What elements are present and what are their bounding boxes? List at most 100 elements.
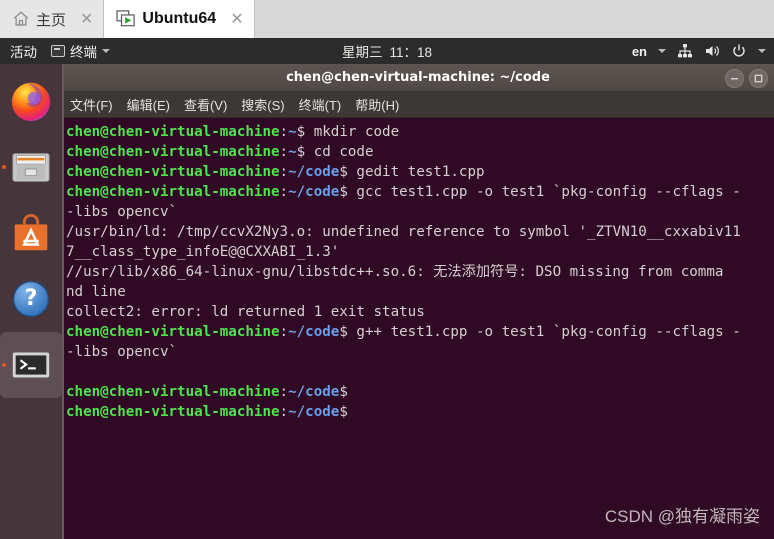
terminal-prompt-line: chen@chen-virtual-machine:~$ mkdir code bbox=[66, 122, 774, 142]
prompt-path: ~ bbox=[288, 144, 297, 160]
terminal-title-bar[interactable]: chen@chen-virtual-machine: ~/code bbox=[62, 64, 774, 92]
virtual-machine-icon bbox=[116, 10, 136, 28]
panel-status-area: en bbox=[632, 43, 774, 59]
terminal-output-area[interactable]: chen@chen-virtual-machine:~$ mkdir code c… bbox=[62, 118, 774, 537]
terminal-output-line: collect2: error: ld returned 1 exit stat… bbox=[66, 304, 425, 320]
prompt-colon: : bbox=[279, 144, 289, 160]
panel-left-group: 活动 终端 bbox=[0, 41, 110, 61]
terminal-prompt-line: chen@chen-virtual-machine:~/code$ gcc te… bbox=[66, 182, 774, 202]
terminal-icon bbox=[12, 352, 50, 378]
prompt-user: chen@chen-virtual-machine bbox=[66, 124, 280, 140]
terminal-title: chen@chen-virtual-machine: ~/code bbox=[286, 70, 550, 85]
terminal-prompt-line: chen@chen-virtual-machine:~/code$ gedit … bbox=[66, 162, 774, 182]
terminal-prompt-line: chen@chen-virtual-machine:~$ cd code bbox=[66, 142, 774, 162]
prompt-symbol: $ bbox=[339, 184, 348, 200]
dock-item-ubuntu-software[interactable] bbox=[0, 200, 62, 266]
activities-button[interactable]: 活动 bbox=[10, 41, 37, 61]
prompt-path: ~/code bbox=[288, 324, 340, 340]
prompt-user: chen@chen-virtual-machine bbox=[66, 384, 280, 400]
tab-ubuntu64[interactable]: Ubuntu64 ✕ bbox=[104, 0, 255, 38]
prompt-command: mkdir code bbox=[305, 124, 400, 140]
terminal-icon bbox=[51, 45, 65, 57]
prompt-symbol: $ bbox=[339, 404, 348, 420]
terminal-prompt-line: chen@chen-virtual-machine:~/code$ bbox=[66, 402, 774, 422]
close-icon[interactable]: ✕ bbox=[80, 11, 93, 27]
prompt-colon: : bbox=[279, 384, 289, 400]
prompt-colon: : bbox=[279, 404, 289, 420]
prompt-user: chen@chen-virtual-machine bbox=[66, 184, 280, 200]
files-icon bbox=[12, 153, 50, 182]
terminal-output-line: nd line bbox=[66, 284, 126, 300]
prompt-colon: : bbox=[279, 164, 289, 180]
prompt-path: ~/code bbox=[288, 184, 340, 200]
prompt-colon: : bbox=[279, 324, 289, 340]
keyboard-layout-indicator[interactable]: en bbox=[632, 44, 647, 59]
vmware-tab-strip: 主页 ✕ Ubuntu64 ✕ bbox=[0, 0, 774, 39]
running-indicator bbox=[2, 363, 6, 367]
power-icon[interactable] bbox=[731, 43, 747, 59]
prompt-command: g++ test1.cpp -o test1 `pkg-config --cfl… bbox=[347, 324, 741, 340]
terminal-prompt-line: chen@chen-virtual-machine:~/code$ g++ te… bbox=[66, 322, 774, 342]
app-menu-button[interactable]: 终端 bbox=[51, 41, 110, 61]
menu-help[interactable]: 帮助(H) bbox=[355, 95, 399, 114]
prompt-symbol: $ bbox=[339, 164, 348, 180]
svg-text:?: ? bbox=[25, 286, 38, 311]
menu-file[interactable]: 文件(F) bbox=[70, 95, 113, 114]
prompt-path: ~/code bbox=[288, 384, 340, 400]
firefox-icon bbox=[11, 82, 51, 122]
prompt-path: ~/code bbox=[288, 404, 340, 420]
ubuntu-software-icon bbox=[14, 213, 48, 251]
prompt-symbol: $ bbox=[339, 324, 348, 340]
dock-item-firefox[interactable] bbox=[0, 68, 62, 134]
prompt-user: chen@chen-virtual-machine bbox=[66, 324, 280, 340]
watermark: CSDN @独有凝雨姿 bbox=[604, 507, 760, 526]
prompt-command: cd code bbox=[305, 144, 374, 160]
volume-icon[interactable] bbox=[704, 43, 720, 59]
chevron-down-icon[interactable] bbox=[658, 49, 666, 53]
terminal-output-line: /usr/bin/ld: /tmp/ccvX2Ny3.o: undefined … bbox=[66, 224, 741, 240]
terminal-output-line: -libs opencv` bbox=[66, 204, 178, 220]
menu-view[interactable]: 查看(V) bbox=[184, 95, 227, 114]
tab-strip-empty-area bbox=[254, 0, 774, 38]
terminal-output-line: 7__class_type_infoE@@CXXABI_1.3' bbox=[66, 244, 340, 260]
close-icon[interactable]: ✕ bbox=[230, 11, 243, 27]
vmware-window: 主页 ✕ Ubuntu64 ✕ 活动 终端 星期三 11：18 en ? che… bbox=[0, 0, 774, 539]
network-icon[interactable] bbox=[677, 43, 693, 59]
prompt-user: chen@chen-virtual-machine bbox=[66, 164, 280, 180]
menu-terminal[interactable]: 终端(T) bbox=[299, 95, 342, 114]
terminal-window: chen@chen-virtual-machine: ~/code 文件(F) … bbox=[62, 64, 774, 539]
prompt-colon: : bbox=[279, 184, 289, 200]
ubuntu-dock: ? bbox=[0, 64, 62, 539]
tab-home[interactable]: 主页 ✕ bbox=[0, 0, 105, 38]
menu-edit[interactable]: 编辑(E) bbox=[127, 95, 170, 114]
dock-item-terminal[interactable] bbox=[0, 332, 62, 398]
prompt-user: chen@chen-virtual-machine bbox=[66, 404, 280, 420]
terminal-prompt-line: chen@chen-virtual-machine:~/code$ bbox=[66, 382, 774, 402]
menu-search[interactable]: 搜索(S) bbox=[241, 95, 284, 114]
running-indicator bbox=[2, 165, 6, 169]
prompt-command: gedit test1.cpp bbox=[347, 164, 485, 180]
prompt-command: gcc test1.cpp -o test1 `pkg-config --cfl… bbox=[347, 184, 741, 200]
prompt-symbol: $ bbox=[296, 124, 306, 140]
prompt-path: ~ bbox=[288, 124, 297, 140]
dock-item-help[interactable]: ? bbox=[0, 266, 62, 332]
tab-ubuntu64-label: Ubuntu64 bbox=[142, 10, 217, 27]
terminal-left-border bbox=[62, 64, 64, 539]
panel-date: 星期三 bbox=[341, 45, 383, 60]
prompt-symbol: $ bbox=[339, 384, 348, 400]
window-controls bbox=[725, 64, 768, 92]
terminal-menu-bar: 文件(F) 编辑(E) 查看(V) 搜索(S) 终端(T) 帮助(H) bbox=[62, 92, 774, 118]
gnome-top-panel: 活动 终端 星期三 11：18 en bbox=[0, 38, 774, 64]
help-icon: ? bbox=[13, 281, 49, 317]
chevron-down-icon[interactable] bbox=[758, 49, 766, 53]
panel-time: 11：18 bbox=[389, 45, 433, 60]
dock-item-files[interactable] bbox=[0, 134, 62, 200]
maximize-button[interactable] bbox=[749, 68, 768, 88]
prompt-colon: : bbox=[279, 124, 289, 140]
prompt-symbol: $ bbox=[296, 144, 306, 160]
terminal-output-line: -libs opencv` bbox=[66, 344, 178, 360]
minimize-button[interactable] bbox=[725, 68, 744, 88]
terminal-output-line: //usr/lib/x86_64-linux-gnu/libstdc++.so.… bbox=[66, 264, 724, 280]
prompt-user: chen@chen-virtual-machine bbox=[66, 144, 280, 160]
